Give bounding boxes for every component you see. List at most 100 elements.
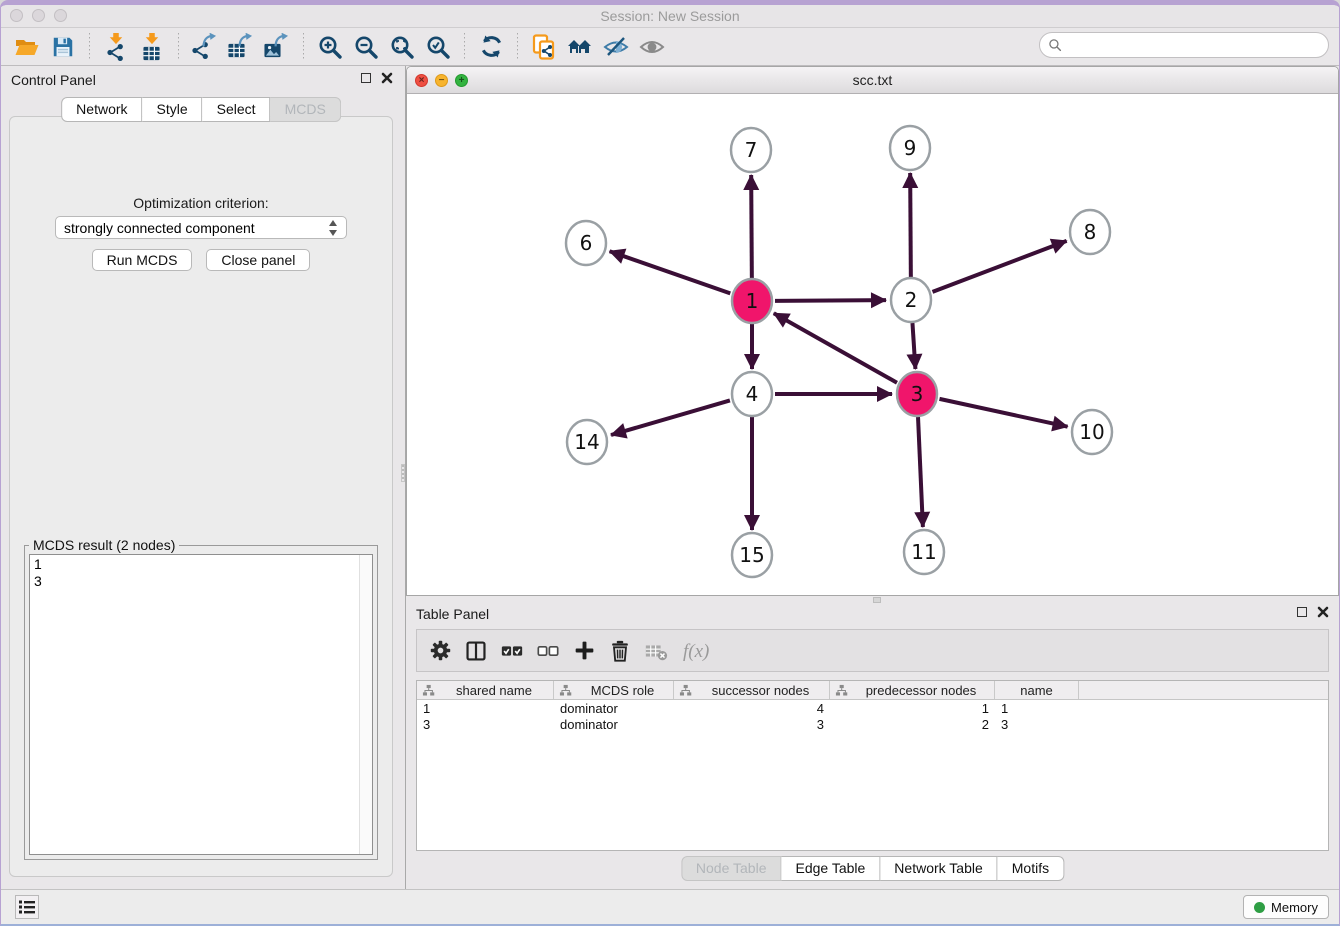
graph-edge-2-9[interactable] [910,173,911,277]
float-panel-icon[interactable] [361,73,371,83]
graph-node-1[interactable]: 1 [732,279,772,323]
svg-text:7: 7 [745,138,758,162]
tab-network-table[interactable]: Network Table [880,856,997,881]
column-header-name[interactable]: name [995,681,1079,699]
table-cell[interactable]: dominator [554,717,674,732]
graph-node-3[interactable]: 3 [897,372,937,416]
graph-node-2[interactable]: 2 [891,278,931,322]
deselect-all-button[interactable] [533,636,563,666]
graph-node-7[interactable]: 7 [731,128,771,172]
tab-network[interactable]: Network [61,97,142,122]
function-builder-button[interactable]: f(x) [677,636,721,666]
close-panel-icon[interactable] [381,72,393,84]
hide-graphics-details-button[interactable] [601,32,631,62]
graph-edge-3-1[interactable] [774,313,897,382]
float-panel-icon[interactable] [1297,607,1307,617]
column-header-predecessor-nodes[interactable]: predecessor nodes [830,681,995,699]
column-header-successor-nodes[interactable]: successor nodes [674,681,830,699]
table-cell[interactable]: dominator [554,701,674,716]
graph-node-8[interactable]: 8 [1070,210,1110,254]
export-image-button[interactable] [262,32,292,62]
table-cell[interactable]: 3 [995,717,1079,732]
task-history-button[interactable] [15,895,39,919]
birds-eye-view-button[interactable] [637,32,667,62]
table-cell[interactable]: 3 [674,717,830,732]
tab-motifs[interactable]: Motifs [998,856,1064,881]
svg-text:1: 1 [746,289,759,313]
export-network-button[interactable] [190,32,220,62]
delete-column-button[interactable] [605,636,635,666]
tab-mcds[interactable]: MCDS [271,97,341,122]
svg-text:10: 10 [1079,420,1104,444]
table-cell[interactable]: 4 [674,701,830,716]
network-window-title: scc.txt [407,72,1338,88]
tab-select[interactable]: Select [203,97,271,122]
svg-text:15: 15 [739,543,764,567]
column-settings-button[interactable] [425,636,455,666]
graph-edge-2-8[interactable] [933,241,1067,292]
network-window-titlebar[interactable]: × − + scc.txt [407,67,1338,94]
import-table-button[interactable] [137,32,167,62]
table-row[interactable]: 1dominator411 [417,700,1328,716]
toolbar-separator [517,33,518,61]
column-header-MCDS-role[interactable]: MCDS role [554,681,674,699]
svg-text:f(x): f(x) [683,641,709,662]
split-view-button[interactable] [461,636,491,666]
close-panel-button[interactable]: Close panel [206,249,310,271]
graph-node-6[interactable]: 6 [566,221,606,265]
zoom-in-button[interactable] [315,32,345,62]
add-column-button[interactable] [569,636,599,666]
show-home-button[interactable] [565,32,595,62]
tab-style[interactable]: Style [143,97,203,122]
open-session-button[interactable] [12,32,42,62]
svg-text:8: 8 [1084,220,1097,244]
table-cell[interactable]: 1 [830,701,995,716]
divider-grip[interactable] [401,464,405,482]
node-table[interactable]: shared nameMCDS rolesuccessor nodesprede… [416,680,1329,851]
table-cell[interactable]: 3 [417,717,554,732]
graph-node-14[interactable]: 14 [567,420,607,464]
mcds-result-text[interactable]: 1 3 [29,554,373,855]
delete-table-button[interactable] [641,636,671,666]
clone-network-button[interactable] [529,32,559,62]
zoom-out-button[interactable] [351,32,381,62]
zoom-fit-button[interactable] [387,32,417,62]
optimization-criterion-dropdown[interactable]: strongly connected component [55,216,347,239]
table-cell[interactable]: 2 [830,717,995,732]
export-table-button[interactable] [226,32,256,62]
run-mcds-button[interactable]: Run MCDS [92,249,193,271]
table-cell[interactable]: 1 [995,701,1079,716]
memory-label: Memory [1271,900,1318,915]
network-graph[interactable]: 7 9 6 8 1 2 4 3 14 10 15 11 [407,94,1338,595]
save-session-button[interactable] [48,32,78,62]
network-canvas[interactable]: 7 9 6 8 1 2 4 3 14 10 15 11 [407,94,1338,595]
graph-node-11[interactable]: 11 [904,530,944,574]
graph-edge-3-10[interactable] [939,399,1067,427]
graph-edge-2-3[interactable] [912,323,915,369]
mcds-result-scrollbar[interactable] [359,555,372,854]
column-header-shared-name[interactable]: shared name [417,681,554,699]
chevron-up-down-icon [328,219,338,237]
graph-edge-3-11[interactable] [918,417,923,527]
tab-node-table[interactable]: Node Table [681,856,782,881]
graph-edge-1-7[interactable] [751,175,752,278]
memory-button[interactable]: Memory [1243,895,1329,919]
select-all-button[interactable] [497,636,527,666]
graph-node-15[interactable]: 15 [732,533,772,577]
close-panel-icon[interactable] [1317,606,1329,618]
tab-edge-table[interactable]: Edge Table [781,856,880,881]
graph-edge-1-2[interactable] [775,300,886,301]
table-cell[interactable]: 1 [417,701,554,716]
search-input[interactable] [1039,32,1329,58]
dropdown-selected-value: strongly connected component [64,220,328,236]
table-row[interactable]: 3dominator323 [417,716,1328,732]
zoom-selected-button[interactable] [423,32,453,62]
graph-node-4[interactable]: 4 [732,372,772,416]
graph-edge-1-6[interactable] [610,251,731,293]
import-network-button[interactable] [101,32,131,62]
graph-node-9[interactable]: 9 [890,126,930,170]
main-titlebar: Session: New Session [1,5,1339,28]
graph-edge-4-14[interactable] [611,400,730,435]
apply-layout-button[interactable] [476,32,506,62]
graph-node-10[interactable]: 10 [1072,410,1112,454]
